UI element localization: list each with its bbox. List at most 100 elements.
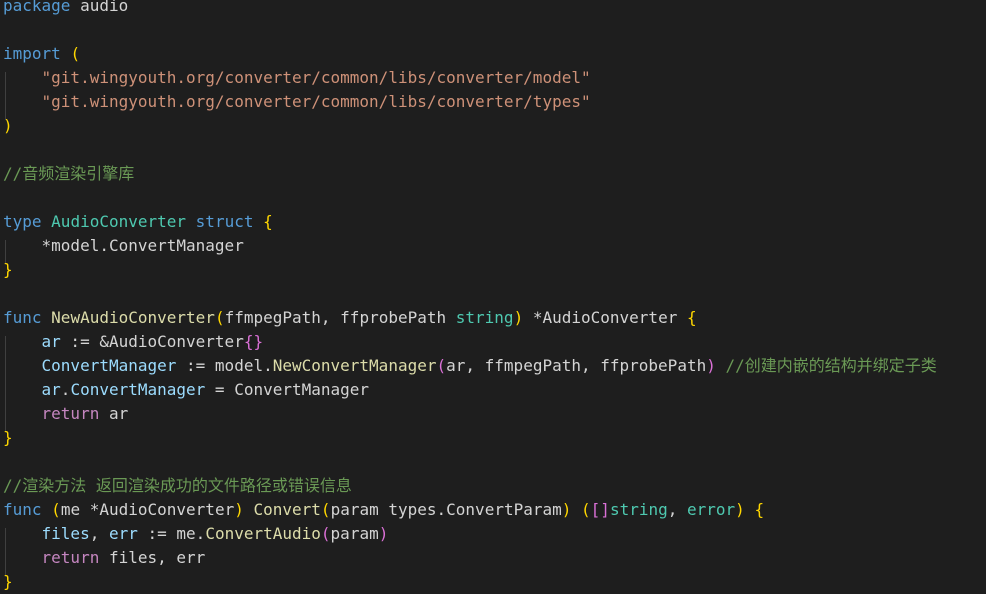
code-token: //创建内嵌的结构并绑定子类 xyxy=(725,356,937,375)
code-token: ( xyxy=(70,44,81,63)
code-token: //音频渲染引擎库 xyxy=(3,164,135,183)
code-token: ( xyxy=(214,308,225,327)
code-token: { xyxy=(263,212,273,231)
code-line[interactable]: //渲染方法 返回渲染成功的文件路径或错误信息 xyxy=(3,474,352,498)
code-token: struct xyxy=(195,212,254,231)
code-token: ) xyxy=(513,308,524,327)
code-line[interactable]: *model.ConvertManager xyxy=(3,234,244,258)
code-token: ffmpegPath, ffprobePath xyxy=(224,308,456,327)
code-token: me *AudioConverter xyxy=(60,500,235,519)
code-token: := me. xyxy=(137,524,206,543)
code-token: files, err xyxy=(99,548,206,567)
code-token: ) xyxy=(3,116,13,135)
code-token: ( xyxy=(51,500,61,519)
code-token: ) xyxy=(561,500,572,519)
code-token: ) xyxy=(735,500,745,519)
code-token: . xyxy=(60,380,71,399)
code-token: ConvertManager xyxy=(70,380,206,399)
code-line[interactable]: files, err := me.ConvertAudio(param) xyxy=(3,522,389,546)
code-token: files xyxy=(41,524,90,543)
code-line[interactable]: import ( xyxy=(3,42,80,66)
code-line[interactable]: //音频渲染引擎库 xyxy=(3,162,134,186)
code-token: ( xyxy=(581,500,591,519)
code-token: type xyxy=(3,212,42,231)
code-editor[interactable]: package audio import ( "git.wingyouth.org… xyxy=(0,0,986,591)
code-line[interactable]: ar.ConvertManager = ConvertManager xyxy=(3,378,370,402)
code-token: ) xyxy=(706,356,716,375)
code-line[interactable]: } xyxy=(3,426,13,450)
code-line[interactable]: ConvertManager := model.NewConvertManage… xyxy=(3,354,937,378)
code-token: ConvertAudio xyxy=(205,524,321,543)
code-token: //渲染方法 返回渲染成功的文件路径或错误信息 xyxy=(3,476,352,495)
code-token: ( xyxy=(320,524,331,543)
code-line[interactable]: func (me *AudioConverter) Convert(param … xyxy=(3,498,764,522)
code-token: string xyxy=(609,500,668,519)
code-token: , xyxy=(89,524,109,543)
code-token: ar xyxy=(41,332,61,351)
code-token: = ConvertManager xyxy=(205,380,370,399)
code-token: { xyxy=(686,308,697,327)
code-token: [] xyxy=(590,500,610,519)
code-token: return xyxy=(41,548,100,567)
code-token: ConvertManager xyxy=(41,356,177,375)
code-line[interactable]: "git.wingyouth.org/converter/common/libs… xyxy=(3,90,591,114)
code-line[interactable]: func NewAudioConverter(ffmpegPath, ffpro… xyxy=(3,306,697,330)
code-line[interactable]: ar := &AudioConverter{} xyxy=(3,330,264,354)
code-token: string xyxy=(455,308,514,327)
code-token: func xyxy=(3,500,42,519)
code-token: return xyxy=(41,404,100,423)
code-token: := model. xyxy=(176,356,273,375)
code-line[interactable]: package audio xyxy=(3,0,128,18)
code-token: } xyxy=(3,572,13,591)
code-line[interactable]: ) xyxy=(3,114,13,138)
code-token: := &AudioConverter xyxy=(60,332,244,351)
code-token: func xyxy=(3,308,42,327)
code-token: NewAudioConverter xyxy=(51,308,215,327)
code-token: ) xyxy=(234,500,244,519)
code-line[interactable]: } xyxy=(3,258,13,282)
code-token: { xyxy=(754,500,765,519)
code-token: , xyxy=(667,500,687,519)
code-token: error xyxy=(687,500,736,519)
code-line[interactable]: return ar xyxy=(3,402,129,426)
code-line[interactable]: type AudioConverter struct { xyxy=(3,210,273,234)
code-token: NewConvertManager xyxy=(272,356,437,375)
code-token: ar, ffmpegPath, ffprobePath xyxy=(446,356,707,375)
code-token: param xyxy=(330,524,379,543)
code-token: *model.ConvertManager xyxy=(3,236,244,255)
code-token: "git.wingyouth.org/converter/common/libs… xyxy=(41,68,591,87)
code-token: AudioConverter xyxy=(51,212,187,231)
code-token: package xyxy=(3,0,71,15)
code-token: err xyxy=(108,524,138,543)
code-token: ( xyxy=(320,500,331,519)
code-line[interactable]: } xyxy=(3,570,13,594)
code-line[interactable]: "git.wingyouth.org/converter/common/libs… xyxy=(3,66,591,90)
code-token: ) xyxy=(378,524,389,543)
code-line[interactable]: return files, err xyxy=(3,546,206,570)
code-token: ar xyxy=(41,380,61,399)
code-token: } xyxy=(3,260,13,279)
code-token: Convert xyxy=(253,500,321,519)
code-token: param types.ConvertParam xyxy=(330,500,562,519)
code-token: audio xyxy=(70,0,129,15)
code-token: import xyxy=(3,44,61,63)
code-token: "git.wingyouth.org/converter/common/libs… xyxy=(41,92,591,111)
code-token: } xyxy=(3,428,13,447)
